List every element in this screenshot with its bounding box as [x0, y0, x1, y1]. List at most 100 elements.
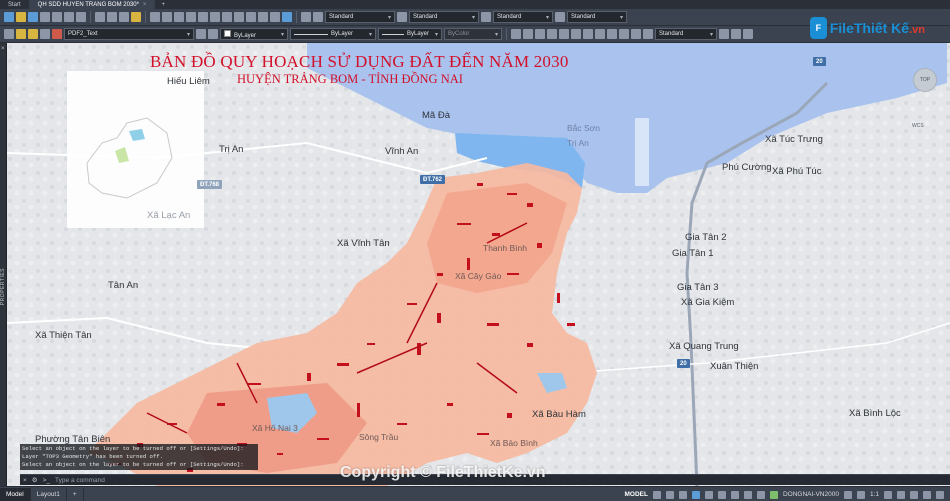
close-icon[interactable]: × — [143, 2, 147, 8]
polar-icon[interactable] — [691, 490, 700, 499]
publish-icon[interactable] — [76, 12, 86, 22]
layer-dropdown[interactable]: PDF2_Text ▾ — [64, 28, 194, 40]
tab-drawing[interactable]: QH SDD HUYEN TRANG BOM 2030* × — [29, 0, 156, 9]
wcs-menu[interactable]: WCS — [912, 123, 924, 129]
undo-icon[interactable] — [150, 12, 160, 22]
coordinate-system[interactable]: DONGNAI-VN2000 — [783, 491, 839, 498]
command-history: Select an object on the layer to be turn… — [20, 444, 258, 470]
dim-style-dropdown[interactable]: Standard ▾ — [409, 11, 479, 23]
view-tool-icon[interactable] — [511, 29, 521, 39]
make-current-icon[interactable] — [196, 29, 206, 39]
view-tool-icon[interactable] — [535, 29, 545, 39]
annotation-monitor-icon[interactable] — [897, 490, 905, 499]
linetype-value: ByLayer — [331, 31, 354, 37]
table-style-dropdown[interactable]: Standard ▾ — [493, 11, 553, 23]
linetype-dropdown[interactable]: ByLayer ▾ — [290, 28, 376, 40]
save-icon[interactable] — [28, 12, 38, 22]
pan-icon[interactable] — [174, 12, 184, 22]
copy-icon[interactable] — [107, 12, 117, 22]
plot-icon[interactable] — [52, 12, 62, 22]
tab-layout1[interactable]: Layout1 — [31, 487, 67, 501]
view-tool-icon[interactable] — [595, 29, 605, 39]
auto-scale-icon[interactable] — [856, 490, 865, 499]
view-tool-icon[interactable] — [559, 29, 569, 39]
zoom-realtime-icon[interactable] — [186, 12, 196, 22]
close-icon[interactable]: × — [1, 46, 5, 52]
isolate-objects-icon[interactable] — [910, 490, 918, 499]
viewcube[interactable]: TOP — [913, 68, 937, 92]
close-icon[interactable]: × — [23, 477, 27, 484]
view-tool-icon[interactable] — [523, 29, 533, 39]
command-history-line: Layer "TOP3 Geometry" has been turned of… — [22, 453, 163, 460]
tab-label: Model — [6, 490, 24, 498]
design-center-icon[interactable] — [234, 12, 244, 22]
mleader-style-dropdown[interactable]: Standard ▾ — [567, 11, 627, 23]
tab-start[interactable]: Start — [0, 0, 30, 9]
snap-icon[interactable] — [665, 490, 674, 499]
zoom-previous-icon[interactable] — [210, 12, 220, 22]
place-label: Xã Cây Gáo — [455, 271, 502, 281]
lineweight-icon[interactable] — [730, 490, 739, 499]
transparency-icon[interactable] — [743, 490, 752, 499]
view-tool-icon[interactable] — [731, 29, 741, 39]
properties-palette-strip[interactable]: × PROPERTIES — [0, 43, 7, 486]
view-tool-icon[interactable] — [583, 29, 593, 39]
new-file-icon[interactable] — [4, 12, 14, 22]
save-as-icon[interactable] — [40, 12, 50, 22]
osnap-icon[interactable] — [704, 490, 713, 499]
match-properties-icon[interactable] — [131, 12, 141, 22]
plot-preview-icon[interactable] — [64, 12, 74, 22]
layer-properties-icon[interactable] — [4, 29, 14, 39]
logo-suffix: .vn — [909, 24, 925, 36]
view-tool-icon[interactable] — [643, 29, 653, 39]
chevron-down-icon: ▾ — [494, 31, 498, 38]
markup-icon[interactable] — [270, 12, 280, 22]
view-tool-icon[interactable] — [571, 29, 581, 39]
bulb-icon[interactable] — [16, 29, 26, 39]
text-style-dropdown[interactable]: Standard ▾ — [325, 11, 395, 23]
calculator-icon[interactable] — [282, 12, 292, 22]
drawing-canvas[interactable]: BẢN ĐỒ QUY HOẠCH SỬ DỤNG ĐẤT ĐẾN NĂM 203… — [7, 43, 950, 486]
otrack-icon[interactable] — [717, 490, 726, 499]
clean-screen-icon[interactable] — [923, 490, 931, 499]
layer-previous-icon[interactable] — [208, 29, 218, 39]
annotation-scale[interactable]: 1:1 — [870, 491, 879, 498]
model-space-toggle[interactable]: MODEL — [624, 491, 647, 498]
ortho-icon[interactable] — [678, 490, 687, 499]
add-layout-icon[interactable]: + — [67, 487, 84, 501]
lineweight-dropdown[interactable]: ByLayer ▾ — [378, 28, 442, 40]
view-tool-icon[interactable] — [619, 29, 629, 39]
grid-icon[interactable] — [652, 490, 661, 499]
palette-label: PROPERTIES — [0, 268, 6, 306]
view-tool-icon[interactable] — [607, 29, 617, 39]
properties-icon[interactable] — [222, 12, 232, 22]
geolocation-icon[interactable] — [769, 490, 778, 499]
lock-icon[interactable] — [40, 29, 50, 39]
zoom-window-icon[interactable] — [198, 12, 208, 22]
selection-cycling-icon[interactable] — [756, 490, 765, 499]
new-tab-icon[interactable]: + — [155, 0, 171, 9]
sun-icon[interactable] — [28, 29, 38, 39]
wrench-icon[interactable]: ⚙ — [32, 476, 38, 484]
color-dropdown[interactable]: ByLayer ▾ — [220, 28, 288, 40]
chevron-down-icon: ▾ — [471, 14, 475, 21]
view-tool-icon[interactable] — [743, 29, 753, 39]
tab-model[interactable]: Model — [0, 487, 31, 501]
annotation-visibility-icon[interactable] — [843, 490, 852, 499]
cut-icon[interactable] — [95, 12, 105, 22]
view-tool-icon[interactable] — [631, 29, 641, 39]
sheet-set-icon[interactable] — [258, 12, 268, 22]
customization-menu-icon[interactable] — [936, 490, 944, 499]
paste-icon[interactable] — [119, 12, 129, 22]
workspace-gear-icon[interactable] — [884, 490, 892, 499]
view-tool-icon[interactable] — [719, 29, 729, 39]
lineweight-sample — [382, 34, 404, 35]
view-style-dropdown[interactable]: Standard ▾ — [655, 28, 717, 40]
redo-icon[interactable] — [162, 12, 172, 22]
view-tool-icon[interactable] — [547, 29, 557, 39]
command-input[interactable]: Type a command — [55, 477, 105, 484]
open-file-icon[interactable] — [16, 12, 26, 22]
chevron-down-icon: ▾ — [186, 31, 190, 38]
tool-palettes-icon[interactable] — [246, 12, 256, 22]
help-icon[interactable] — [301, 12, 311, 22]
